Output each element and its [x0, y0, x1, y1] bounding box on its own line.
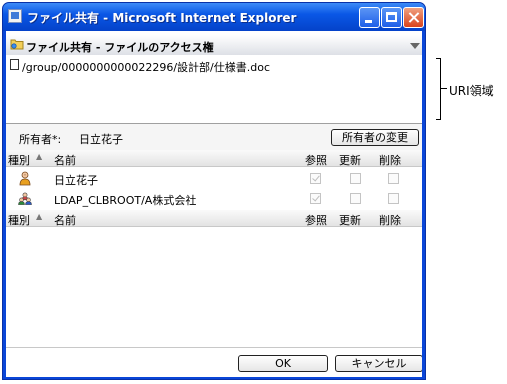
column-ref[interactable]: 参照 — [305, 152, 327, 168]
column-delete[interactable]: 削除 — [379, 152, 401, 168]
table-row[interactable]: 日立花子 — [6, 169, 422, 188]
owner-name: 日立花子 — [79, 133, 123, 146]
ok-button[interactable]: OK — [238, 355, 328, 372]
title-bar[interactable]: ファイル共有 - Microsoft Internet Explorer — [3, 3, 425, 31]
column-type[interactable]: 種別 — [8, 212, 30, 228]
row-name: LDAP_CLBROOT/A株式会社 — [54, 194, 197, 207]
divider — [6, 347, 422, 348]
owner-label: 所有者*: — [19, 133, 62, 146]
minimize-button[interactable] — [359, 7, 380, 28]
update-checkbox[interactable] — [350, 193, 361, 204]
window-title: ファイル共有 - Microsoft Internet Explorer — [27, 11, 297, 25]
change-owner-button[interactable]: 所有者の変更 — [331, 129, 419, 146]
column-delete[interactable]: 削除 — [379, 212, 401, 228]
delete-checkbox[interactable] — [388, 193, 399, 204]
maximize-button[interactable] — [381, 7, 402, 28]
close-button[interactable] — [403, 7, 424, 28]
ref-checkbox[interactable] — [310, 173, 321, 184]
document-icon — [10, 59, 19, 70]
table-header: 種別 ▲ 名前 参照 更新 削除 — [6, 150, 422, 167]
table-header-secondary: 種別 ▲ 名前 参照 更新 削除 — [6, 210, 422, 227]
cancel-button[interactable]: キャンセル — [335, 355, 422, 372]
user-icon — [19, 171, 31, 186]
column-name[interactable]: 名前 — [54, 152, 76, 168]
dialog-window: ファイル共有 - Microsoft Internet Explorer ファイ… — [2, 2, 426, 380]
uri-text: /group/0000000000022296/設計部/仕様書.doc — [22, 61, 271, 74]
update-checkbox[interactable] — [350, 173, 361, 184]
group-icon — [18, 192, 32, 205]
sort-ascending-icon[interactable]: ▲ — [36, 152, 42, 161]
uri-area: /group/0000000000022296/設計部/仕様書.doc — [6, 55, 422, 123]
column-ref[interactable]: 参照 — [305, 212, 327, 228]
shared-folder-icon — [10, 39, 24, 50]
column-name[interactable]: 名前 — [54, 212, 76, 228]
owner-row: 所有者*: 日立花子 所有者の変更 — [6, 124, 422, 150]
dialog-header: ファイル共有 - ファイルのアクセス権 — [6, 35, 422, 55]
collapse-arrow-icon[interactable] — [410, 43, 420, 49]
ref-checkbox[interactable] — [310, 193, 321, 204]
ie-window-icon — [8, 9, 22, 23]
column-update[interactable]: 更新 — [339, 152, 361, 168]
row-name: 日立花子 — [54, 174, 98, 187]
delete-checkbox[interactable] — [388, 173, 399, 184]
table-row[interactable]: LDAP_CLBROOT/A株式会社 — [6, 189, 422, 208]
bracket-pointer — [441, 88, 447, 89]
uri-area-label: URI領域 — [449, 84, 494, 98]
column-update[interactable]: 更新 — [339, 212, 361, 228]
dialog-content: ファイル共有 - ファイルのアクセス権 /group/0000000000022… — [6, 31, 422, 377]
column-type[interactable]: 種別 — [8, 152, 30, 168]
dialog-title: ファイル共有 - ファイルのアクセス権 — [26, 41, 214, 54]
sort-ascending-icon[interactable]: ▲ — [36, 212, 42, 221]
uri-area-bracket — [436, 58, 441, 120]
